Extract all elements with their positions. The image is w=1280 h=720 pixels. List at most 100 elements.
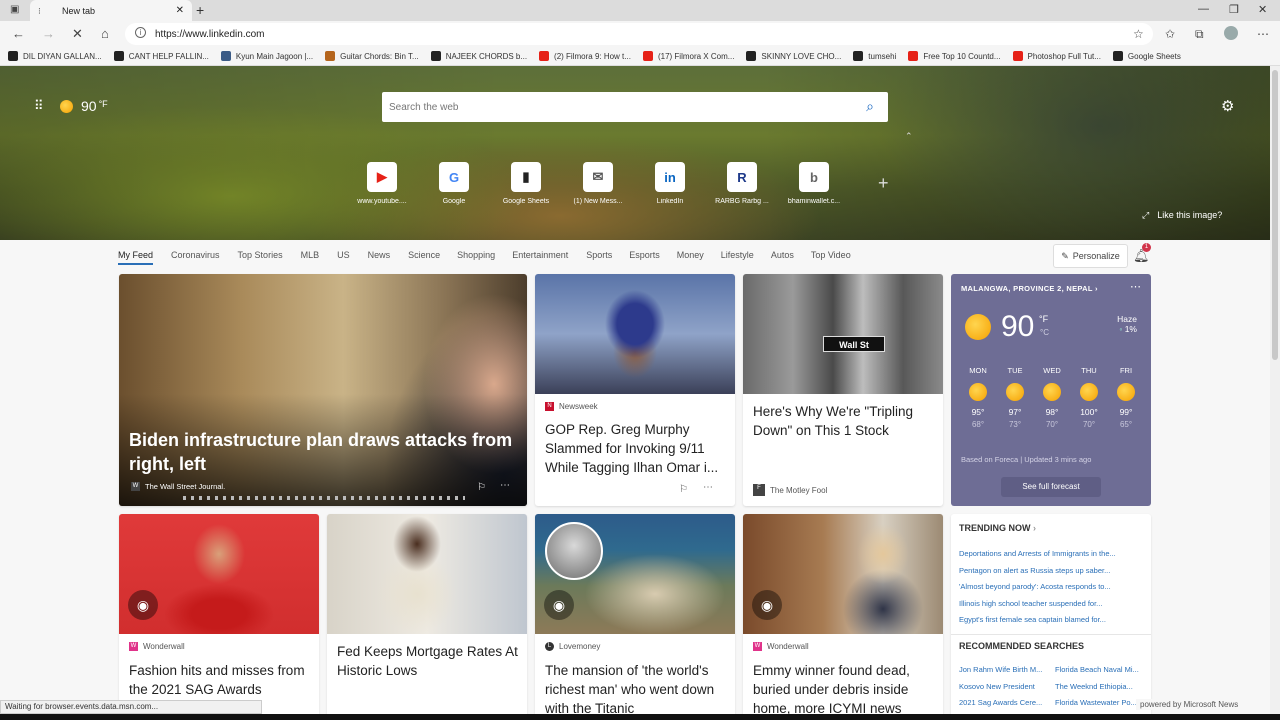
site-info-icon[interactable]: i: [135, 27, 146, 38]
tab-money[interactable]: Money: [677, 250, 704, 265]
trending-link[interactable]: Egypt's first female sea captain blamed …: [959, 615, 1139, 624]
tab-mlb[interactable]: MLB: [301, 250, 320, 265]
tab-autos[interactable]: Autos: [771, 250, 794, 265]
bookmark-item[interactable]: SKINNY LOVE CHO...: [746, 51, 841, 61]
address-bar[interactable]: i https://www.linkedin.com: [125, 23, 1153, 45]
tab-shopping[interactable]: Shopping: [457, 250, 495, 265]
card-sag[interactable]: ◉ W Wonderwall Fashion hits and misses fr…: [119, 514, 319, 720]
collapse-icon[interactable]: ⌃: [905, 131, 913, 142]
quick-link[interactable]: ✉ (1) New Mess...: [568, 162, 628, 205]
trending-title[interactable]: TRENDING NOW ›: [959, 523, 1036, 533]
trending-link[interactable]: Deportations and Arrests of Immigrants i…: [959, 549, 1139, 558]
card-emmy[interactable]: ◉ W Wonderwall Emmy winner found dead, bu…: [743, 514, 943, 720]
weather-card[interactable]: MALANGWA, PROVINCE 2, NEPAL › ⋯ 90 °F °C…: [951, 274, 1151, 506]
more-menu-icon[interactable]: ⋯: [1257, 27, 1269, 41]
trending-link[interactable]: Pentagon on alert as Russia steps up sab…: [959, 566, 1139, 575]
forecast-day[interactable]: WED 98° 70°: [1034, 366, 1070, 429]
bookmark-item[interactable]: (2) Filmora 9: How t...: [539, 51, 631, 61]
like-image-link[interactable]: ⤢ Like this image?: [1142, 210, 1222, 221]
favorites-icon[interactable]: ✩: [1165, 27, 1175, 41]
window-close-icon[interactable]: ✕: [1258, 3, 1267, 16]
bookmark-item[interactable]: DIL DIYAN GALLAN...: [8, 51, 102, 61]
tab-top-stories[interactable]: Top Stories: [238, 250, 283, 265]
bookmark-item[interactable]: NAJEEK CHORDS b...: [430, 51, 527, 61]
precip-label: 1%: [1124, 324, 1137, 334]
recommended-search-link[interactable]: The Weeknd Ethiopia...: [1055, 682, 1147, 691]
bookmark-icon[interactable]: ⚐: [477, 482, 486, 493]
restore-icon[interactable]: ❐: [1229, 3, 1239, 16]
tab-sports[interactable]: Sports: [586, 250, 612, 265]
search-icon[interactable]: ⌕: [866, 98, 874, 115]
minimize-icon[interactable]: —: [1198, 3, 1209, 15]
bookmark-item[interactable]: Google Sheets: [1112, 51, 1181, 61]
recommended-search-link[interactable]: 2021 Sag Awards Cere...: [959, 698, 1051, 707]
tab-coronavirus[interactable]: Coronavirus: [171, 250, 220, 265]
tab-my-feed[interactable]: My Feed: [118, 250, 154, 265]
tab-us[interactable]: US: [337, 250, 350, 265]
weather-location[interactable]: MALANGWA, PROVINCE 2, NEPAL ›: [961, 284, 1098, 293]
profile-avatar[interactable]: [1224, 26, 1238, 40]
bookmark-item[interactable]: Free Top 10 Countd...: [908, 51, 1001, 61]
recommended-search-link[interactable]: Florida Wastewater Po...: [1055, 698, 1147, 707]
sun-icon: [1006, 383, 1024, 401]
scrollbar-thumb[interactable]: [1272, 70, 1278, 360]
card-main-story[interactable]: Biden infrastructure plan draws attacks …: [119, 274, 527, 506]
tab-entertainment[interactable]: Entertainment: [512, 250, 568, 265]
web-search-box[interactable]: Search the web ⌕: [382, 92, 888, 122]
card-wall-street[interactable]: Wall St Here's Why We're "Tripling Down"…: [743, 274, 943, 506]
more-options-icon[interactable]: ⋯: [500, 480, 510, 491]
bookmark-item[interactable]: (17) Filmora X Com...: [642, 51, 734, 61]
see-full-forecast-button[interactable]: See full forecast: [1001, 477, 1101, 497]
tab-lifestyle[interactable]: Lifestyle: [721, 250, 754, 265]
back-icon[interactable]: ←: [12, 26, 25, 41]
card-titanic[interactable]: ◉ L Lovemoney The mansion of 'the world's…: [535, 514, 735, 720]
forecast-day[interactable]: MON 95° 68°: [960, 366, 996, 429]
add-favorite-icon[interactable]: ☆: [1133, 27, 1144, 41]
quick-link[interactable]: b bhaminwallet.c...: [784, 162, 844, 205]
forecast-day[interactable]: FRI 99° 65°: [1108, 366, 1144, 429]
quick-link[interactable]: ▶ www.youtube....: [352, 162, 412, 205]
trending-link[interactable]: Illinois high school teacher suspended f…: [959, 599, 1139, 608]
bookmark-item[interactable]: Guitar Chords: Bin T...: [325, 51, 419, 61]
recommended-search-link[interactable]: Florida Beach Naval Mi...: [1055, 665, 1147, 674]
carousel-dots[interactable]: [183, 496, 465, 500]
forecast-day[interactable]: TUE 97° 73°: [997, 366, 1033, 429]
quick-link[interactable]: R RARBG Rarbg ...: [712, 162, 772, 205]
quick-link[interactable]: in LinkedIn: [640, 162, 700, 205]
quick-link[interactable]: ▮ Google Sheets: [496, 162, 556, 205]
card-omar[interactable]: N Newsweek GOP Rep. Greg Murphy Slammed f…: [535, 274, 735, 506]
recommended-search-link[interactable]: Jon Rahm Wife Birth M...: [959, 665, 1051, 674]
quick-link[interactable]: G Google: [424, 162, 484, 205]
tab-top-video[interactable]: Top Video: [811, 250, 851, 265]
card-fed[interactable]: Fed Keeps Mortgage Rates At Historic Low…: [327, 514, 527, 720]
unit-c[interactable]: °C: [1040, 328, 1049, 337]
stop-icon[interactable]: ✕: [72, 26, 83, 42]
home-icon[interactable]: ⌂: [101, 26, 109, 41]
bookmark-item[interactable]: Kyun Main Jagoon |...: [220, 51, 313, 61]
forward-icon[interactable]: →: [42, 26, 55, 41]
more-options-icon[interactable]: ⋯: [703, 482, 713, 493]
tab-news[interactable]: News: [368, 250, 391, 265]
tab-esports[interactable]: Esports: [629, 250, 660, 265]
apps-grid-icon[interactable]: ⠿: [34, 98, 44, 114]
unit-f[interactable]: °F: [1039, 314, 1048, 324]
close-tab-icon[interactable]: ✕: [176, 5, 184, 16]
collections-icon[interactable]: ⧉: [1195, 27, 1204, 42]
personalize-button[interactable]: ✎ Personalize: [1053, 244, 1128, 268]
add-quick-link-button[interactable]: +: [878, 173, 889, 194]
bookmark-item[interactable]: CANT HELP FALLIN...: [113, 51, 209, 61]
tab-science[interactable]: Science: [408, 250, 440, 265]
new-tab-button[interactable]: +: [196, 2, 204, 18]
bookmark-item[interactable]: Photoshop Full Tut...: [1012, 51, 1101, 61]
bookmark-item[interactable]: tumsehi: [853, 51, 896, 61]
bookmark-label: Photoshop Full Tut...: [1027, 51, 1101, 61]
bookmark-icon[interactable]: ⚐: [679, 484, 688, 495]
gear-icon[interactable]: ⚙: [1221, 97, 1234, 115]
trending-link[interactable]: 'Almost beyond parody': Acosta responds …: [959, 582, 1139, 591]
weather-mini[interactable]: 90 °F: [60, 98, 108, 114]
recommended-search-link[interactable]: Kosovo New President: [959, 682, 1051, 691]
forecast-day[interactable]: THU 100° 70°: [1071, 366, 1107, 429]
more-options-icon[interactable]: ⋯: [1130, 280, 1141, 293]
tab-actions-icon[interactable]: ▣: [10, 4, 19, 15]
tab-new-tab[interactable]: ⁝ New tab ✕: [30, 0, 192, 21]
